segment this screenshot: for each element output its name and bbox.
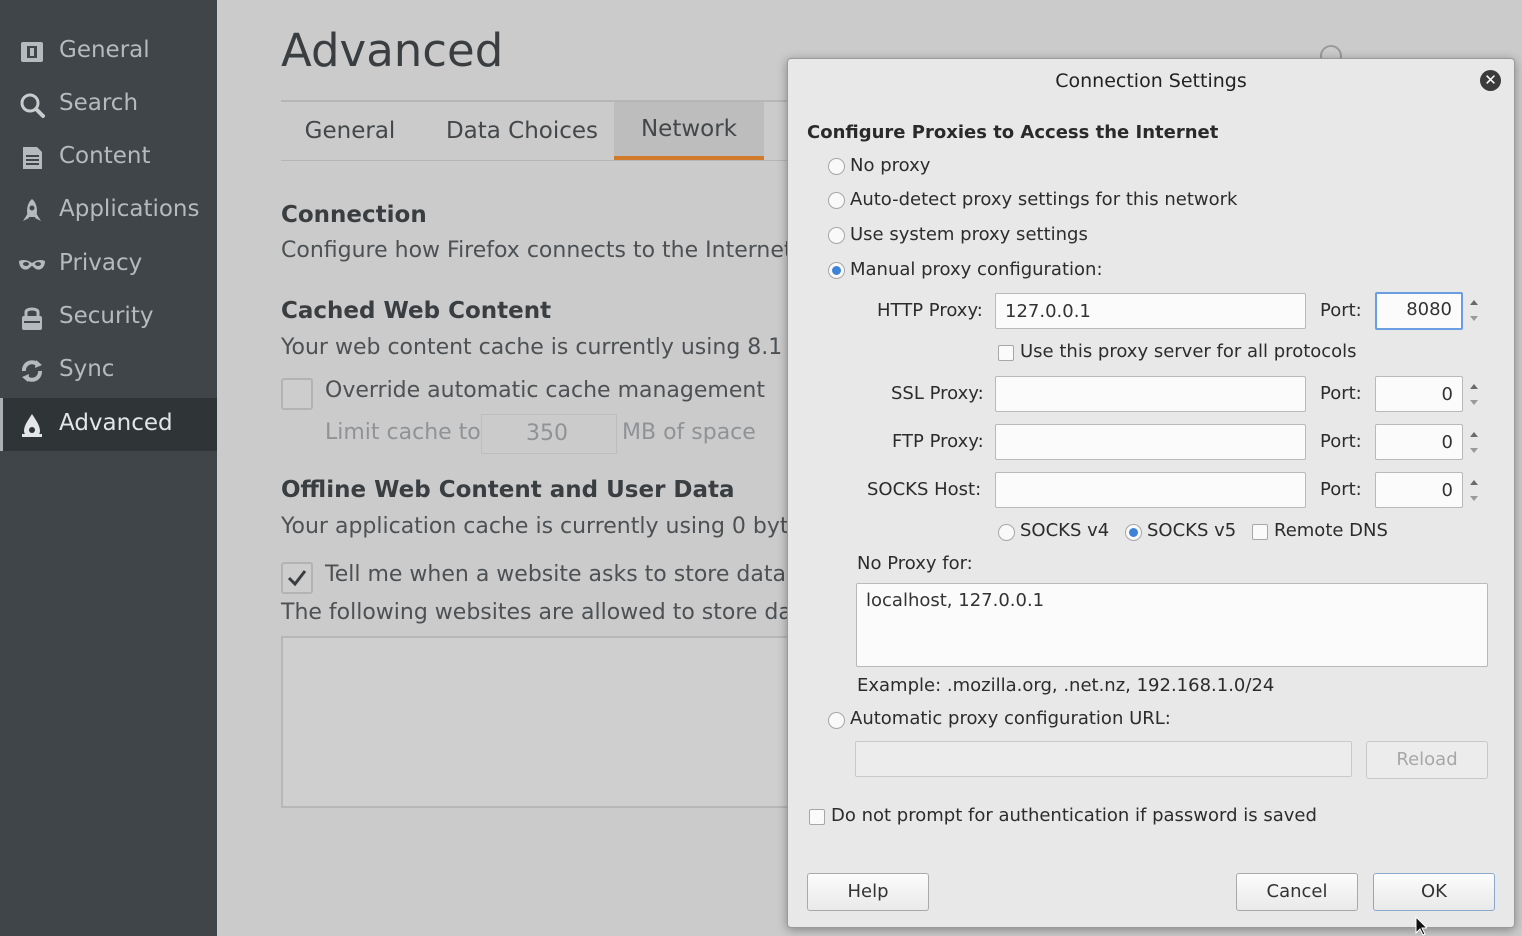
tab-data-choices[interactable]: Data Choices xyxy=(429,102,615,160)
limit-cache-label: Limit cache to xyxy=(325,420,481,445)
connection-settings-dialog: Connection Settings ✕ Configure Proxies … xyxy=(787,58,1515,928)
use-for-all-label: Use this proxy server for all protocols xyxy=(1020,341,1357,362)
connection-heading: Connection xyxy=(281,202,427,228)
tell-me-label: Tell me when a website asks to store dat… xyxy=(325,562,801,587)
auto-config-url-input[interactable] xyxy=(855,741,1352,777)
no-proxy-for-textarea[interactable]: localhost, 127.0.0.1 xyxy=(856,583,1488,667)
sidebar-item-label: General xyxy=(59,37,150,63)
cache-description: Your web content cache is currently usin… xyxy=(281,335,809,360)
socks-v5-radio[interactable] xyxy=(1125,524,1142,541)
sidebar-item-label: Security xyxy=(59,303,154,329)
no-proxy-radio[interactable] xyxy=(828,158,845,175)
http-port-label: Port: xyxy=(1320,300,1362,321)
checkmark-icon xyxy=(287,570,307,587)
socks-port-label: Port: xyxy=(1320,479,1362,500)
privacy-mask-icon xyxy=(19,259,45,270)
socks-port-stepper[interactable] xyxy=(1466,472,1482,510)
applications-icon xyxy=(23,199,41,221)
tab-general[interactable]: General xyxy=(281,102,419,160)
tab-network[interactable]: Network xyxy=(614,102,764,160)
socks-v5-label: SOCKS v5 xyxy=(1147,520,1237,541)
allowed-sites-description: The following websites are allowed to st… xyxy=(281,600,801,625)
http-proxy-label: HTTP Proxy: xyxy=(877,300,983,321)
allowed-sites-list[interactable] xyxy=(281,636,805,808)
sidebar-item-privacy[interactable]: Privacy xyxy=(0,238,217,291)
no-proxy-label: No proxy xyxy=(850,155,931,176)
remote-dns-checkbox[interactable] xyxy=(1252,524,1268,540)
sidebar-item-applications[interactable]: Applications xyxy=(0,184,217,237)
ftp-port-label: Port: xyxy=(1320,431,1362,452)
system-proxy-label: Use system proxy settings xyxy=(850,224,1088,245)
proxy-section-title: Configure Proxies to Access the Internet xyxy=(807,122,1219,143)
socks-host-label: SOCKS Host: xyxy=(867,479,982,500)
limit-cache-value: 350 xyxy=(526,421,568,446)
general-icon xyxy=(21,42,43,62)
ssl-port-input[interactable]: 0 xyxy=(1375,376,1463,412)
socks-v4-radio[interactable] xyxy=(998,524,1015,541)
auto-detect-radio[interactable] xyxy=(828,192,845,209)
sync-icon xyxy=(22,360,42,382)
no-prompt-auth-label: Do not prompt for authentication if pass… xyxy=(831,805,1317,826)
sidebar-item-advanced[interactable]: Advanced xyxy=(0,398,217,451)
ssl-proxy-input[interactable] xyxy=(995,376,1306,412)
limit-cache-input[interactable]: 350 xyxy=(481,414,617,454)
no-prompt-auth-checkbox[interactable] xyxy=(809,809,825,825)
ssl-proxy-label: SSL Proxy: xyxy=(891,383,984,404)
use-for-all-checkbox[interactable] xyxy=(998,345,1014,361)
sidebar-item-general[interactable]: General xyxy=(0,25,217,78)
sidebar-item-search[interactable]: Search xyxy=(0,78,217,131)
ftp-proxy-input[interactable] xyxy=(995,424,1306,460)
cancel-button[interactable]: Cancel xyxy=(1236,873,1358,911)
socks-port-input[interactable]: 0 xyxy=(1375,472,1463,508)
sidebar: General Search Content Applications Priv… xyxy=(0,0,217,936)
sidebar-item-label: Applications xyxy=(59,196,200,222)
help-button[interactable]: Help xyxy=(807,873,929,911)
ftp-port-input[interactable]: 0 xyxy=(1375,424,1463,460)
sidebar-item-content[interactable]: Content xyxy=(0,131,217,184)
cache-heading: Cached Web Content xyxy=(281,298,552,324)
override-cache-label: Override automatic cache management xyxy=(325,378,765,403)
remote-dns-label: Remote DNS xyxy=(1274,520,1388,541)
sidebar-item-label: Content xyxy=(59,143,151,169)
advanced-icon xyxy=(22,414,42,437)
ftp-proxy-label: FTP Proxy: xyxy=(892,431,984,452)
offline-description: Your application cache is currently usin… xyxy=(281,514,803,539)
auto-config-url-label: Automatic proxy configuration URL: xyxy=(850,708,1171,729)
sidebar-item-label: Search xyxy=(59,90,139,116)
http-proxy-input[interactable]: 127.0.0.1 xyxy=(995,293,1306,329)
ssl-port-label: Port: xyxy=(1320,383,1362,404)
sidebar-item-sync[interactable]: Sync xyxy=(0,344,217,397)
content-icon xyxy=(23,147,42,169)
ok-button[interactable]: OK xyxy=(1373,873,1495,911)
no-proxy-for-label: No Proxy for: xyxy=(857,553,973,574)
socks-v4-label: SOCKS v4 xyxy=(1020,520,1110,541)
ftp-port-stepper[interactable] xyxy=(1466,424,1482,462)
no-proxy-example: Example: .mozilla.org, .net.nz, 192.168.… xyxy=(857,675,1275,696)
connection-description: Configure how Firefox connects to the In… xyxy=(281,238,793,263)
offline-heading: Offline Web Content and User Data xyxy=(281,477,735,503)
sidebar-item-label: Privacy xyxy=(59,250,143,276)
http-port-stepper[interactable] xyxy=(1466,292,1482,330)
tell-me-checkbox[interactable] xyxy=(281,562,313,594)
auto-detect-label: Auto-detect proxy settings for this netw… xyxy=(850,189,1238,210)
manual-proxy-label: Manual proxy configuration: xyxy=(850,259,1103,280)
override-cache-checkbox[interactable] xyxy=(281,378,313,410)
manual-proxy-radio[interactable] xyxy=(828,262,845,279)
reload-button[interactable]: Reload xyxy=(1366,741,1488,779)
system-proxy-radio[interactable] xyxy=(828,227,845,244)
page-title: Advanced xyxy=(281,24,504,77)
limit-cache-unit: MB of space xyxy=(622,420,756,445)
sidebar-item-label: Sync xyxy=(59,356,115,382)
close-icon[interactable]: ✕ xyxy=(1480,70,1501,91)
mouse-cursor-icon xyxy=(1415,916,1427,936)
sidebar-item-security[interactable]: Security xyxy=(0,291,217,344)
sidebar-item-label: Advanced xyxy=(59,410,173,436)
auto-config-url-radio[interactable] xyxy=(828,712,845,729)
socks-host-input[interactable] xyxy=(995,472,1306,508)
dialog-title: Connection Settings xyxy=(1055,70,1247,92)
search-icon xyxy=(20,93,45,118)
security-lock-icon xyxy=(22,307,42,330)
ssl-port-stepper[interactable] xyxy=(1466,376,1482,414)
http-port-input[interactable]: 8080 xyxy=(1375,292,1463,330)
